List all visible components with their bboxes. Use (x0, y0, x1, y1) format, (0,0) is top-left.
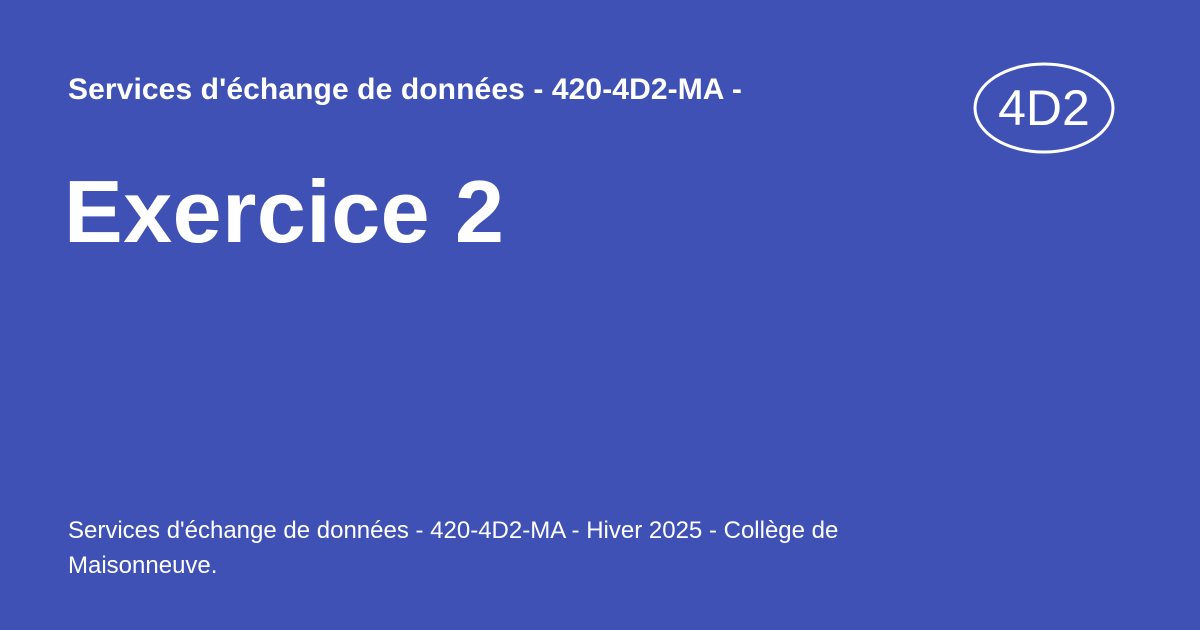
logo: 4D2 (972, 61, 1116, 155)
site-title: Services d'échange de données - 420-4D2-… (68, 73, 742, 106)
logo-text: 4D2 (998, 80, 1090, 136)
page-title: Exercice 2 (64, 162, 505, 261)
social-card: Services d'échange de données - 420-4D2-… (0, 0, 1200, 630)
page-description: Services d'échange de données - 420-4D2-… (68, 517, 839, 579)
ellipse-badge-icon: 4D2 (973, 62, 1115, 154)
